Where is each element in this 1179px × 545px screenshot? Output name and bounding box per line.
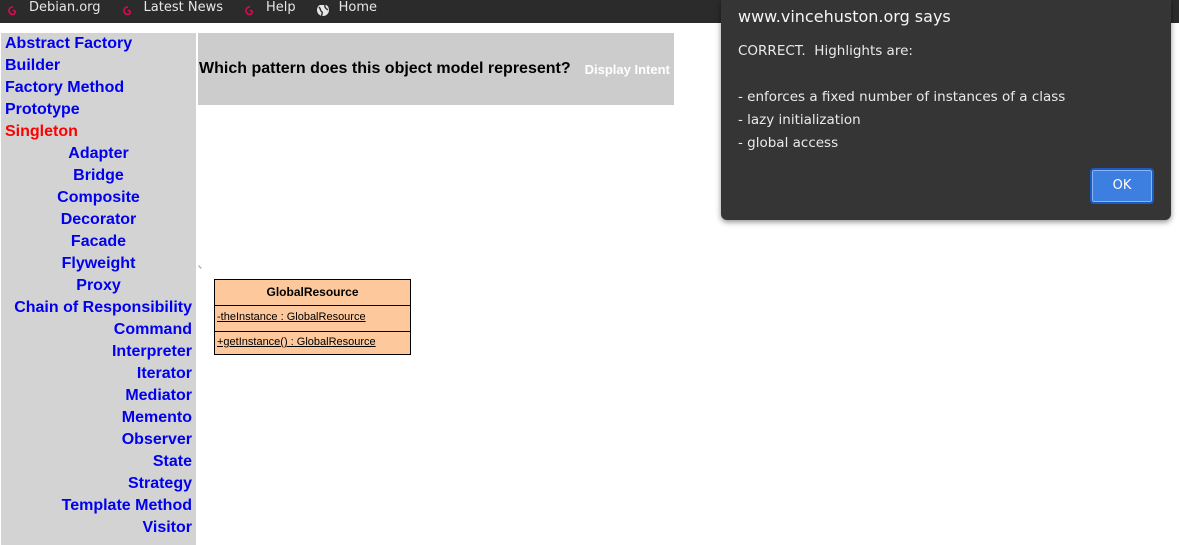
uml-class-name: GlobalResource [215,280,410,306]
bookmark-debian[interactable]: Debian.org [6,0,101,23]
bookmark-label: Home [338,0,378,15]
nav-link-command[interactable]: Command [1,319,196,341]
display-intent-link[interactable]: Display Intent [585,62,670,77]
dialog-message: CORRECT. Highlights are: - enforces a fi… [738,43,1066,151]
nav-link-factory-method[interactable]: Factory Method [1,77,196,99]
debian-swirl-icon [6,5,20,19]
nav-link-adapter[interactable]: Adapter [1,143,196,165]
nav-link-singleton[interactable]: Singleton [1,121,196,143]
pattern-nav: Abstract Factory Builder Factory Method … [1,33,196,545]
nav-link-builder[interactable]: Builder [1,55,196,77]
dialog-origin: www.vincehuston.org says [738,7,951,26]
uml-operation: +getInstance() : GlobalResource [217,336,376,348]
nav-link-memento[interactable]: Memento [1,407,196,429]
bookmark-label: Help [265,0,296,15]
ok-button[interactable]: OK [1090,168,1154,204]
bookmark-latest-news[interactable]: Latest News [121,0,223,23]
bookmark-label: Debian.org [29,0,101,15]
alert-dialog: www.vincehuston.org says CORRECT. Highli… [721,0,1171,220]
bookmark-home[interactable]: Home [316,0,377,23]
nav-link-chain-of-responsibility[interactable]: Chain of Responsibility [1,297,196,319]
globe-icon [316,4,330,19]
nav-link-facade[interactable]: Facade [1,231,196,253]
nav-link-strategy[interactable]: Strategy [1,473,196,495]
nav-link-mediator[interactable]: Mediator [1,385,196,407]
nav-link-template-method[interactable]: Template Method [1,495,196,517]
uml-attribute: -theInstance : GlobalResource [215,306,410,332]
nav-link-bridge[interactable]: Bridge [1,165,196,187]
nav-link-decorator[interactable]: Decorator [1,209,196,231]
nav-link-composite[interactable]: Composite [1,187,196,209]
question-text: Which pattern does this object model rep… [199,60,571,77]
question-box: Which pattern does this object model rep… [198,33,674,105]
uml-class-box: GlobalResource -theInstance : GlobalReso… [214,279,411,355]
nav-link-flyweight[interactable]: Flyweight [1,253,196,275]
nav-link-abstract-factory[interactable]: Abstract Factory [1,33,196,55]
nav-link-observer[interactable]: Observer [1,429,196,451]
diagram-artifact [198,263,204,269]
nav-link-prototype[interactable]: Prototype [1,99,196,121]
nav-link-interpreter[interactable]: Interpreter [1,341,196,363]
debian-swirl-icon [121,5,135,19]
nav-link-proxy[interactable]: Proxy [1,275,196,297]
bookmark-label: Latest News [143,0,223,15]
nav-link-visitor[interactable]: Visitor [1,517,196,539]
debian-swirl-icon [243,5,257,19]
nav-link-state[interactable]: State [1,451,196,473]
nav-link-iterator[interactable]: Iterator [1,363,196,385]
bookmark-help[interactable]: Help [243,0,296,23]
